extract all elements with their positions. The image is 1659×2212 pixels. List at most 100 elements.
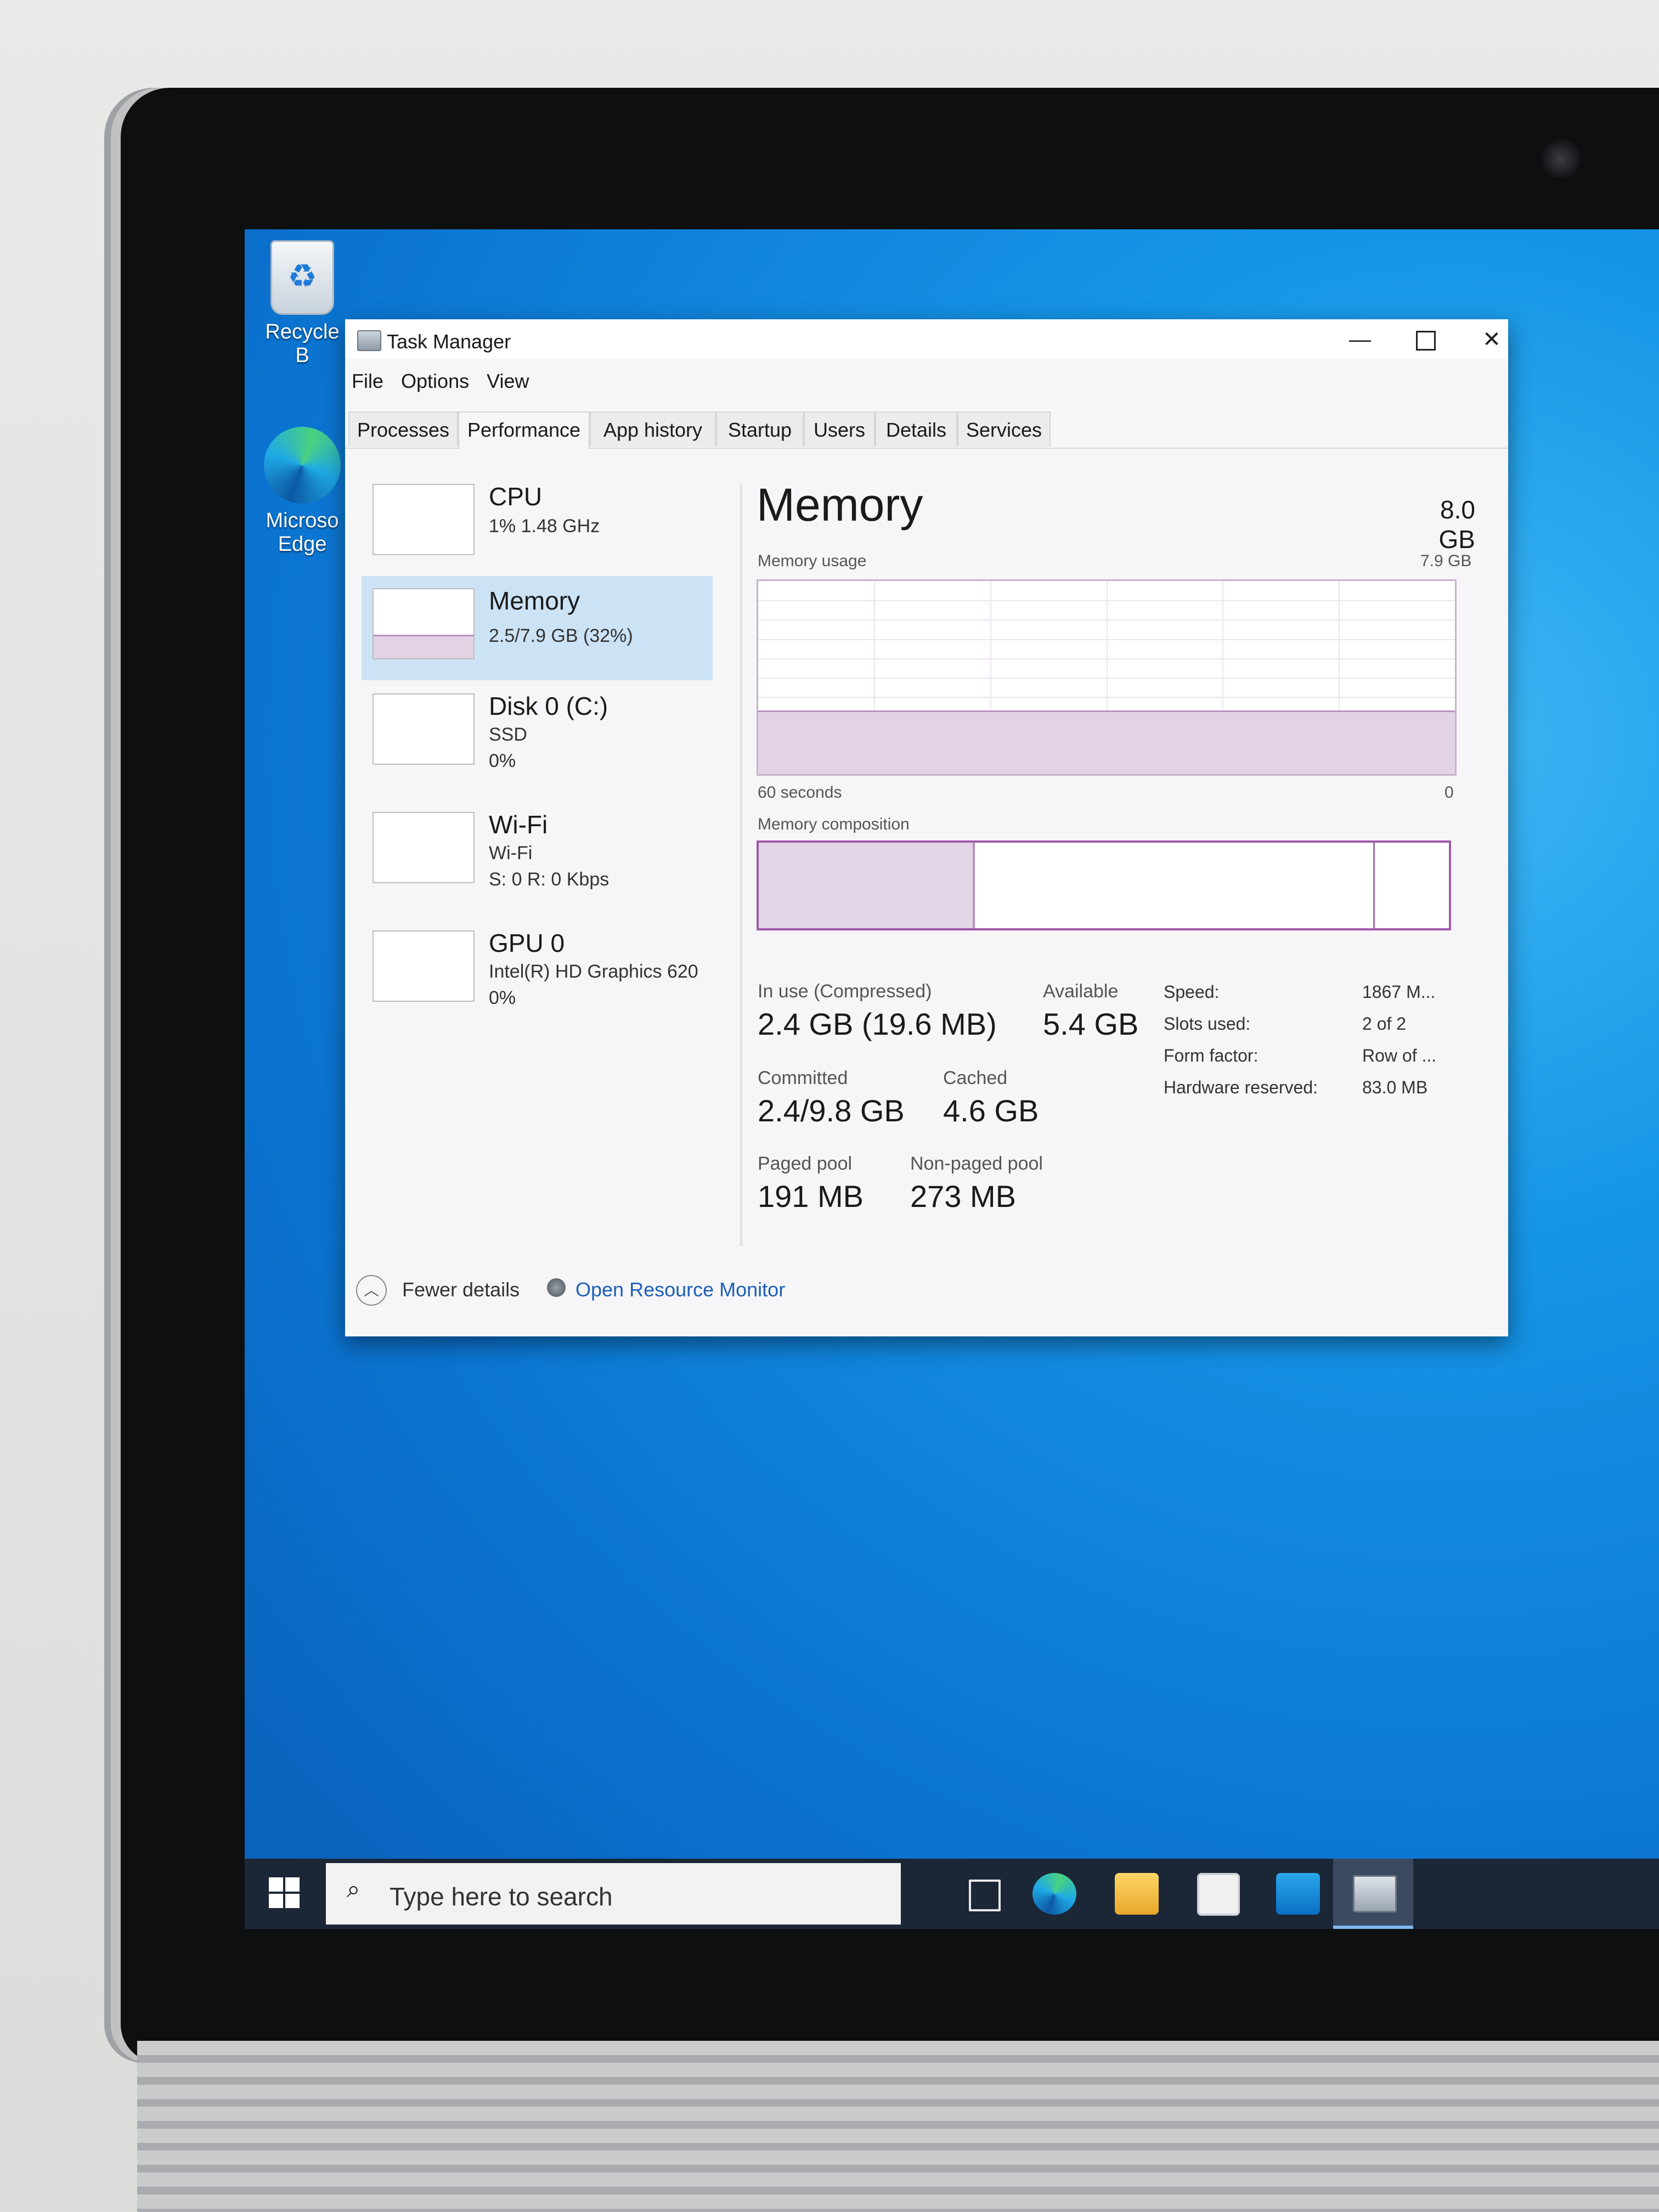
edge-icon — [264, 427, 341, 504]
spec-slots-value: 2 of 2 — [1362, 1014, 1407, 1034]
window-title: Task Manager — [387, 330, 511, 353]
fewer-details-button[interactable]: Fewer details — [402, 1278, 520, 1301]
sidebar-item-gpu[interactable]: GPU 0 Intel(R) HD Graphics 620 0% — [362, 918, 713, 1023]
cached-label: Cached — [943, 1068, 1008, 1088]
memory-composition-label: Memory composition — [758, 815, 910, 833]
sidebar-item-detail: S: 0 R: 0 Kbps — [489, 869, 610, 890]
paged-pool-label: Paged pool — [758, 1153, 853, 1174]
spec-form-factor-value: Row of ... — [1362, 1046, 1437, 1065]
tab-app-history[interactable]: App history — [590, 411, 716, 447]
cpu-thumbnail-graph — [373, 484, 475, 555]
desktop-icon-label: Microso Edge — [266, 509, 339, 556]
tab-processes[interactable]: Processes — [348, 411, 458, 447]
sidebar-item-label: Memory — [489, 586, 580, 615]
sidebar-item-detail: Wi-Fi — [489, 843, 533, 864]
spec-form-factor-key: Form factor: — [1164, 1046, 1259, 1065]
open-resource-monitor-link[interactable]: Open Resource Monitor — [575, 1278, 785, 1301]
close-button[interactable]: ✕ — [1464, 326, 1519, 353]
sidebar-item-detail: 0% — [489, 988, 516, 1008]
gpu-thumbnail-graph — [373, 930, 475, 1002]
sidebar-item-detail: SSD — [489, 724, 527, 745]
recycle-bin-icon — [270, 240, 334, 315]
tab-startup[interactable]: Startup — [716, 411, 804, 447]
sidebar-item-detail: 1% 1.48 GHz — [489, 516, 600, 537]
maximize-icon — [1416, 331, 1436, 351]
taskbar-item-task-manager[interactable] — [1333, 1859, 1413, 1929]
start-button[interactable] — [269, 1877, 301, 1909]
menu-options[interactable]: Options — [401, 370, 469, 392]
available-label: Available — [1043, 981, 1119, 1002]
desktop-screen: Recycle B Microso Edge Task Manager — ✕ … — [245, 229, 1659, 1929]
tab-performance[interactable]: Performance — [458, 411, 590, 449]
sidebar-item-label: Wi-Fi — [489, 810, 548, 839]
search-placeholder: Type here to search — [390, 1882, 613, 1911]
taskbar-search-box[interactable]: ⌕ Type here to search — [326, 1863, 901, 1925]
tab-bar: Processes Performance App history Startu… — [345, 411, 1508, 449]
page-title: Memory — [757, 479, 923, 531]
menu-file[interactable]: File — [352, 370, 383, 392]
sidebar-item-label: Disk 0 (C:) — [489, 692, 608, 720]
available-value: 5.4 GB — [1043, 1007, 1139, 1041]
sidebar-item-disk[interactable]: Disk 0 (C:) SSD 0% — [362, 681, 713, 786]
memory-composition-bar — [757, 840, 1451, 930]
menu-bar: File Options View — [352, 370, 541, 393]
memory-usage-graph — [757, 579, 1457, 776]
search-icon: ⌕ — [347, 1876, 360, 1903]
wifi-thumbnail-graph — [373, 812, 475, 883]
sidebar-item-detail: 0% — [489, 751, 516, 771]
desktop-icon-recycle-bin[interactable]: Recycle B — [256, 240, 349, 368]
task-manager-window: Task Manager — ✕ File Options View Proce… — [345, 319, 1508, 1336]
graph-time-label: 60 seconds — [758, 783, 842, 802]
store-icon[interactable] — [1197, 1873, 1240, 1916]
menu-view[interactable]: View — [487, 370, 529, 392]
non-paged-pool-label: Non-paged pool — [910, 1153, 1043, 1174]
spec-slots-key: Slots used: — [1164, 1014, 1251, 1034]
mail-icon[interactable] — [1276, 1873, 1320, 1915]
graph-min-label: 0 — [1444, 783, 1454, 802]
task-view-icon[interactable] — [969, 1880, 1001, 1911]
sidebar-item-label: GPU 0 — [489, 929, 565, 957]
in-use-value: 2.4 GB (19.6 MB) — [758, 1007, 997, 1041]
committed-value: 2.4/9.8 GB — [758, 1093, 905, 1128]
resource-monitor-icon — [547, 1278, 566, 1297]
spec-speed-key: Speed: — [1164, 982, 1220, 1002]
memory-thumbnail-graph — [373, 588, 475, 659]
spec-hw-reserved-key: Hardware reserved: — [1164, 1077, 1318, 1097]
maximize-button[interactable] — [1398, 326, 1453, 353]
disk-thumbnail-graph — [373, 693, 475, 765]
composition-in-use — [759, 843, 975, 928]
taskbar: ⌕ Type here to search — [245, 1859, 1659, 1929]
title-bar[interactable]: Task Manager — ✕ — [345, 319, 1508, 359]
desktop-icon-edge[interactable]: Microso Edge — [256, 427, 349, 556]
chevron-up-icon[interactable]: ︿ — [356, 1275, 387, 1306]
memory-usage-fill — [758, 710, 1455, 774]
sidebar-item-memory[interactable]: Memory 2.5/7.9 GB (32%) — [362, 576, 713, 680]
sidebar-item-cpu[interactable]: CPU 1% 1.48 GHz — [362, 472, 713, 576]
file-explorer-icon[interactable] — [1115, 1873, 1159, 1915]
composition-standby-end — [1373, 843, 1375, 928]
tab-details[interactable]: Details — [875, 411, 957, 447]
sidebar-item-wifi[interactable]: Wi-Fi Wi-Fi S: 0 R: 0 Kbps — [362, 800, 713, 904]
memory-usage-label: Memory usage — [758, 552, 867, 570]
pane-divider — [740, 484, 742, 1246]
sidebar-item-label: CPU — [489, 482, 543, 511]
cached-value: 4.6 GB — [943, 1093, 1039, 1128]
edge-icon[interactable] — [1032, 1873, 1076, 1915]
task-manager-icon — [357, 330, 381, 351]
memory-usage-max: 7.9 GB — [1420, 552, 1472, 570]
committed-label: Committed — [758, 1068, 848, 1088]
task-manager-icon — [1353, 1875, 1397, 1912]
in-use-label: In use (Compressed) — [758, 981, 932, 1002]
sidebar-item-detail: Intel(R) HD Graphics 620 — [489, 961, 698, 982]
tab-services[interactable]: Services — [957, 411, 1051, 447]
spec-speed-value: 1867 M... — [1362, 982, 1436, 1002]
paged-pool-value: 191 MB — [758, 1179, 864, 1214]
desktop-icon-label: Recycle B — [265, 320, 340, 367]
sidebar-item-detail: 2.5/7.9 GB (32%) — [489, 625, 633, 646]
tab-users[interactable]: Users — [804, 411, 875, 447]
memory-total: 8.0 GB — [1438, 495, 1475, 554]
window-footer: ︿ Fewer details Open Resource Monitor — [345, 1263, 1508, 1323]
keyboard-hinge — [137, 2041, 1659, 2212]
webcam — [1542, 140, 1580, 178]
minimize-button[interactable]: — — [1333, 326, 1387, 353]
